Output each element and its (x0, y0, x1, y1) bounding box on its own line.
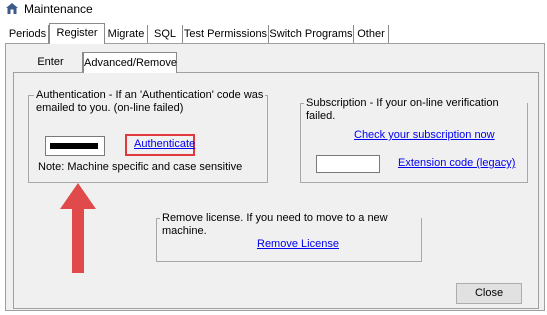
tab-periods[interactable]: Periods (7, 25, 49, 43)
authentication-legend-line1: Authentication - If an 'Authentication' … (36, 89, 264, 101)
authentication-legend: Authentication - If an 'Authentication' … (34, 89, 266, 115)
title-bar: Maintenance (0, 0, 547, 18)
tab-advanced-remove[interactable]: Advanced/Remove (83, 52, 177, 73)
redacted-code-mark (50, 143, 98, 149)
subscription-group: Subscription - If your on-line verificat… (300, 97, 528, 183)
tab-sql[interactable]: SQL (148, 25, 183, 43)
authentication-note: Note: Machine specific and case sensitiv… (38, 161, 243, 173)
tab-migrate[interactable]: Migrate (105, 25, 148, 43)
extension-code-input[interactable] (316, 155, 380, 173)
annotation-arrow-icon (60, 183, 96, 273)
authentication-legend-line2: emailed to you. (on-line failed) (36, 102, 184, 114)
authenticate-link[interactable]: Authenticate (134, 138, 195, 150)
tab-enter-license[interactable]: Enter license (19, 52, 83, 88)
subscription-legend: Subscription - If your on-line verificat… (304, 97, 527, 123)
remove-license-legend: Remove license. If you need to move to a… (160, 212, 421, 238)
check-subscription-link[interactable]: Check your subscription now (354, 129, 495, 141)
app-home-icon (6, 3, 18, 14)
remove-license-group: Remove license. If you need to move to a… (156, 212, 422, 262)
authentication-group: Authentication - If an 'Authentication' … (28, 89, 268, 183)
window-title: Maintenance (24, 2, 93, 16)
tab-other[interactable]: Other (354, 25, 389, 43)
remove-license-link[interactable]: Remove License (257, 238, 339, 250)
tab-register[interactable]: Register (49, 23, 105, 44)
tab-test-permissions[interactable]: Test Permissions (183, 25, 269, 43)
close-button[interactable]: Close (456, 283, 522, 304)
tab-switch-programs[interactable]: Switch Programs (269, 25, 354, 43)
extension-code-link[interactable]: Extension code (legacy) (398, 157, 515, 169)
authentication-code-input[interactable] (45, 136, 105, 156)
